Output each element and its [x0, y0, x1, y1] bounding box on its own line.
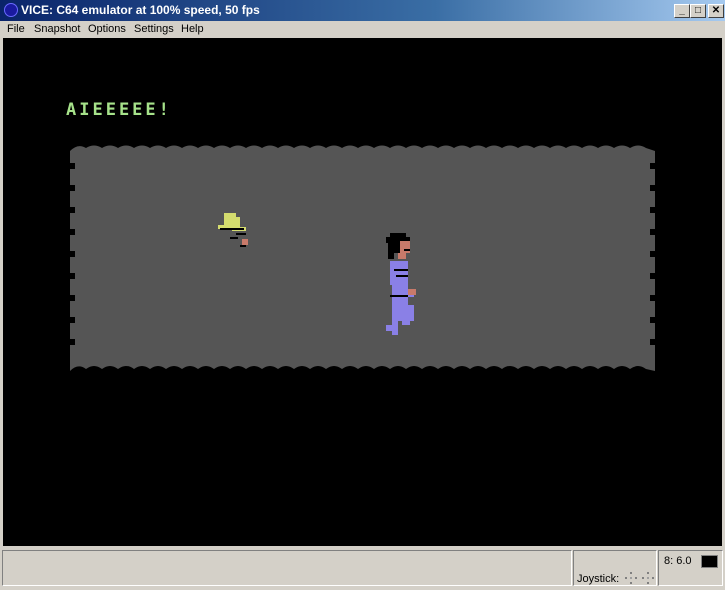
playfield-area: [70, 145, 655, 371]
close-button[interactable]: ✕: [708, 4, 724, 18]
drive-led-indicator: [701, 555, 718, 568]
menu-snapshot[interactable]: Snapshot: [34, 23, 80, 35]
right-edge-notches: [650, 163, 655, 345]
status-message-area: [2, 550, 572, 586]
window-title: VICE: C64 emulator at 100% speed, 50 fps: [21, 3, 260, 17]
maximize-button[interactable]: □: [690, 4, 706, 18]
minimize-button[interactable]: _: [674, 4, 690, 18]
joystick-port1-icon: [625, 572, 637, 584]
left-edge-notches: [70, 163, 75, 345]
joystick-port2-icon: [642, 572, 654, 584]
drive-track-label: 8: 6.0: [664, 555, 692, 567]
joystick-label: Joystick:: [577, 573, 620, 585]
drive-status: 8: 6.0: [658, 550, 723, 586]
status-bar: Joystick: 8: 6.0: [0, 548, 725, 590]
menu-help[interactable]: Help: [181, 23, 204, 35]
game-playfield: [70, 145, 655, 371]
menu-settings[interactable]: Settings: [134, 23, 174, 35]
joystick-status: Joystick:: [573, 550, 657, 586]
menu-file[interactable]: File: [7, 23, 25, 35]
title-bar: VICE: C64 emulator at 100% speed, 50 fps…: [0, 0, 725, 21]
game-message: AIEEEEE!: [66, 100, 172, 120]
menu-bar: File Snapshot Options Settings Help: [0, 21, 725, 38]
menu-options[interactable]: Options: [88, 23, 126, 35]
vice-app-icon[interactable]: [4, 3, 18, 17]
